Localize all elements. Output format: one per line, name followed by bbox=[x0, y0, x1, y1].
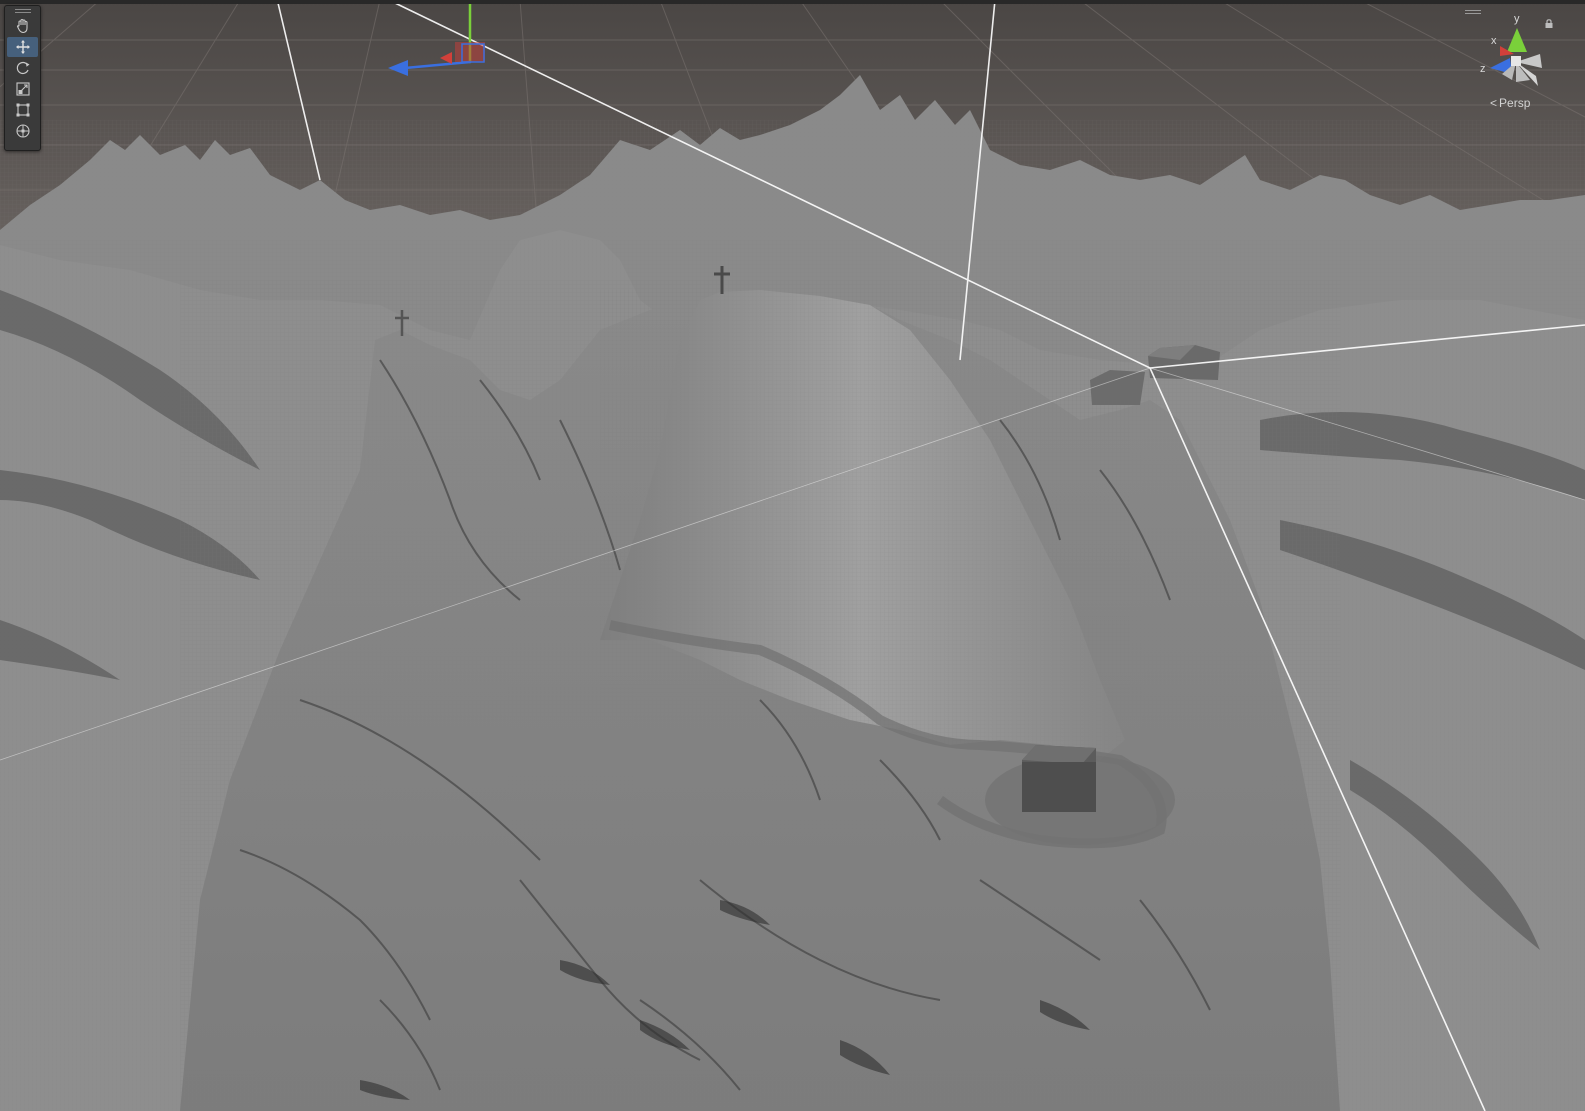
move-icon bbox=[15, 40, 30, 54]
hand-tool[interactable] bbox=[7, 16, 38, 36]
gizmo-x-label: x bbox=[1491, 35, 1497, 47]
projection-toggle[interactable]: < Persp bbox=[1490, 96, 1530, 110]
scale-tool[interactable] bbox=[7, 79, 38, 99]
projection-mode-label: Persp bbox=[1499, 96, 1531, 110]
move-tool[interactable] bbox=[7, 37, 38, 57]
gizmo-y-cone bbox=[1507, 28, 1527, 52]
scale-icon bbox=[15, 82, 30, 96]
rect-tool[interactable] bbox=[7, 100, 38, 120]
tool-palette bbox=[4, 5, 41, 151]
toolbar-grip-icon[interactable] bbox=[5, 6, 40, 16]
rotate-icon bbox=[16, 61, 29, 75]
transform-tool[interactable] bbox=[7, 121, 38, 141]
scene-viewport[interactable]: y x z < Persp bbox=[0, 0, 1585, 1111]
hut-building bbox=[1022, 745, 1096, 812]
gizmo-y-label: y bbox=[1514, 13, 1520, 25]
rotate-tool[interactable] bbox=[7, 58, 38, 78]
gizmo-z-label: z bbox=[1480, 63, 1486, 75]
viewport-top-edge bbox=[0, 0, 1585, 4]
transform-icon bbox=[15, 124, 30, 138]
chevron-left-icon: < bbox=[1490, 96, 1498, 110]
rect-transform-icon bbox=[16, 103, 29, 117]
scene-render[interactable] bbox=[0, 0, 1585, 1111]
hand-icon bbox=[16, 18, 28, 34]
